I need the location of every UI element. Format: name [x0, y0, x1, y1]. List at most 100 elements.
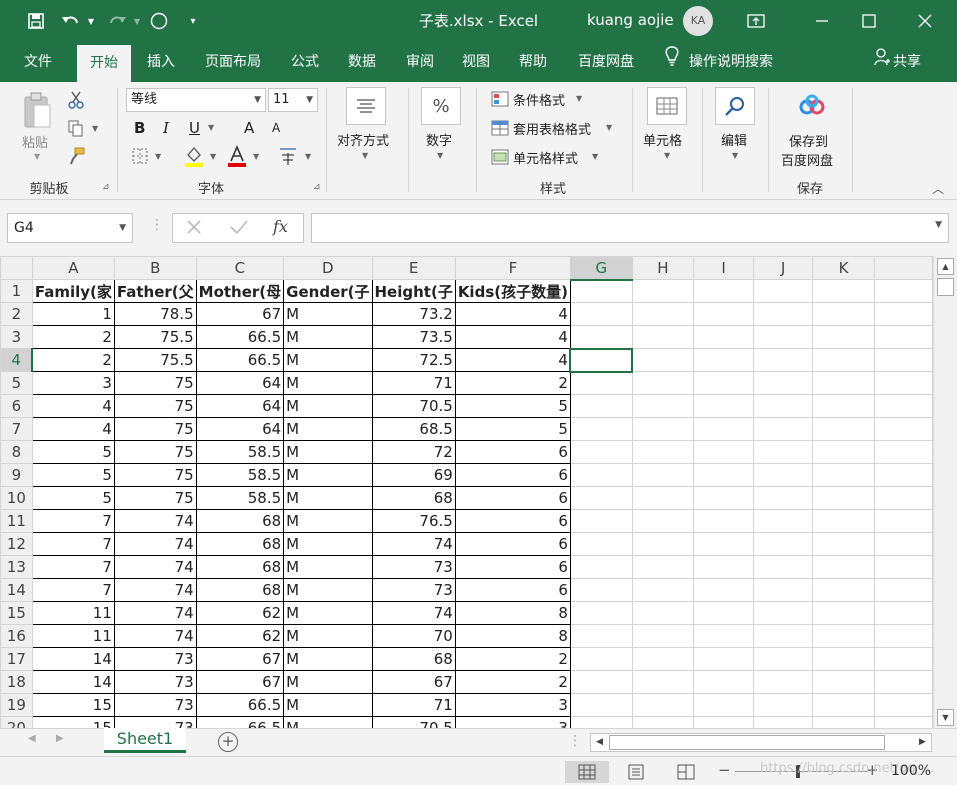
- cell-g15[interactable]: [569, 601, 633, 625]
- cell-j16[interactable]: [752, 624, 814, 648]
- shrink-font-button[interactable]: A: [272, 121, 280, 135]
- expand-formula-bar-icon[interactable]: ▼: [935, 220, 942, 230]
- cell-b1[interactable]: Father(父: [113, 279, 197, 303]
- cell-d3[interactable]: M: [283, 325, 373, 349]
- cell-h1[interactable]: [631, 279, 695, 303]
- cell-l14[interactable]: [873, 578, 933, 602]
- cell-g8[interactable]: [569, 440, 633, 464]
- cell-g11[interactable]: [569, 509, 633, 533]
- cell-j1[interactable]: [752, 279, 814, 303]
- column-header-h[interactable]: H: [631, 256, 695, 280]
- row-header[interactable]: 10: [0, 486, 33, 510]
- cell-e13[interactable]: 73: [371, 555, 456, 579]
- cell-c6[interactable]: 64: [195, 394, 285, 418]
- cell-j13[interactable]: [752, 555, 814, 579]
- search-icon[interactable]: [715, 87, 755, 125]
- cell-e3[interactable]: 73.5: [371, 325, 456, 349]
- cell-i5[interactable]: [693, 371, 754, 395]
- cell-g2[interactable]: [569, 302, 633, 326]
- cell-k15[interactable]: [812, 601, 875, 625]
- cell-l11[interactable]: [873, 509, 933, 533]
- cell-d5[interactable]: M: [283, 371, 373, 395]
- borders-dropdown-icon[interactable]: ▼: [155, 152, 161, 161]
- cell-d2[interactable]: M: [283, 302, 373, 326]
- cell-d6[interactable]: M: [283, 394, 373, 418]
- cell-c4[interactable]: 66.5: [195, 348, 285, 372]
- share-button[interactable]: 共享: [874, 42, 921, 82]
- cell-d9[interactable]: M: [283, 463, 373, 487]
- cell-k16[interactable]: [812, 624, 875, 648]
- format-as-table-dropdown-icon[interactable]: ▼: [606, 123, 612, 132]
- cell-e2[interactable]: 73.2: [371, 302, 456, 326]
- column-header-f[interactable]: F: [454, 256, 571, 280]
- cell-l16[interactable]: [873, 624, 933, 648]
- save-to-label-line2[interactable]: 百度网盘: [781, 150, 833, 169]
- cell-i16[interactable]: [693, 624, 754, 648]
- font-name-combo[interactable]: 等线 ▼: [126, 88, 266, 112]
- cell-b2[interactable]: 78.5: [113, 302, 197, 326]
- cell-g9[interactable]: [569, 463, 633, 487]
- cell-d14[interactable]: M: [283, 578, 373, 602]
- cell-f6[interactable]: 5: [454, 394, 571, 418]
- cell-d7[interactable]: M: [283, 417, 373, 441]
- collapse-ribbon-icon[interactable]: ︿: [932, 180, 944, 197]
- cell-d15[interactable]: M: [283, 601, 373, 625]
- paste-label[interactable]: 粘贴: [22, 132, 48, 151]
- cell-l8[interactable]: [873, 440, 933, 464]
- cell-l6[interactable]: [873, 394, 933, 418]
- cell-g17[interactable]: [569, 647, 633, 671]
- tell-me-search[interactable]: 操作说明搜索: [665, 42, 773, 82]
- cell-c1[interactable]: Mother(母: [195, 279, 285, 303]
- cell-k7[interactable]: [812, 417, 875, 441]
- splitter-handle-icon[interactable]: ⋮: [568, 733, 582, 749]
- cell-i18[interactable]: [693, 670, 754, 694]
- cell-c10[interactable]: 58.5: [195, 486, 285, 510]
- cell-d4[interactable]: M: [283, 348, 373, 372]
- cell-g3[interactable]: [569, 325, 633, 349]
- cell-a19[interactable]: 15: [31, 693, 115, 717]
- user-name[interactable]: kuang aojie: [587, 11, 674, 29]
- cell-d8[interactable]: M: [283, 440, 373, 464]
- cell-e15[interactable]: 74: [371, 601, 456, 625]
- cell-h2[interactable]: [631, 302, 695, 326]
- format-as-table-icon[interactable]: [490, 119, 510, 137]
- paste-dropdown-icon[interactable]: ▼: [34, 152, 40, 161]
- cell-b3[interactable]: 75.5: [113, 325, 197, 349]
- grow-font-button[interactable]: A: [244, 119, 254, 137]
- cell-g4[interactable]: [569, 347, 634, 373]
- cell-i9[interactable]: [693, 463, 754, 487]
- baidu-netdisk-icon[interactable]: [794, 90, 830, 124]
- row-header[interactable]: 11: [0, 509, 33, 533]
- cell-i4[interactable]: [693, 348, 754, 372]
- tab-formulas[interactable]: 公式: [281, 42, 329, 82]
- cell-a10[interactable]: 5: [31, 486, 115, 510]
- tab-page-layout[interactable]: 页面布局: [196, 42, 270, 82]
- format-painter-icon[interactable]: [64, 146, 88, 166]
- cell-j11[interactable]: [752, 509, 814, 533]
- cell-c11[interactable]: 68: [195, 509, 285, 533]
- format-as-table-button[interactable]: 套用表格格式: [513, 119, 591, 138]
- cell-b16[interactable]: 74: [113, 624, 197, 648]
- cell-g19[interactable]: [569, 693, 633, 717]
- font-color-icon[interactable]: [226, 144, 248, 168]
- cell-e16[interactable]: 70: [371, 624, 456, 648]
- ribbon-display-options-icon[interactable]: [733, 0, 779, 42]
- cell-k1[interactable]: [812, 279, 875, 303]
- cell-b7[interactable]: 75: [113, 417, 197, 441]
- cell-i3[interactable]: [693, 325, 754, 349]
- cell-i19[interactable]: [693, 693, 754, 717]
- cell-f11[interactable]: 6: [454, 509, 571, 533]
- cell-c18[interactable]: 67: [195, 670, 285, 694]
- cell-c5[interactable]: 64: [195, 371, 285, 395]
- cell-a20[interactable]: 15: [31, 716, 115, 728]
- cell-j10[interactable]: [752, 486, 814, 510]
- number-format-icon[interactable]: %: [421, 87, 461, 125]
- cut-icon[interactable]: [64, 90, 88, 110]
- row-header[interactable]: 19: [0, 693, 33, 717]
- cell-g20[interactable]: [569, 716, 633, 728]
- cell-j6[interactable]: [752, 394, 814, 418]
- cell-b14[interactable]: 74: [113, 578, 197, 602]
- row-header[interactable]: 8: [0, 440, 33, 464]
- scroll-thumb[interactable]: [937, 278, 954, 296]
- cell-h8[interactable]: [631, 440, 695, 464]
